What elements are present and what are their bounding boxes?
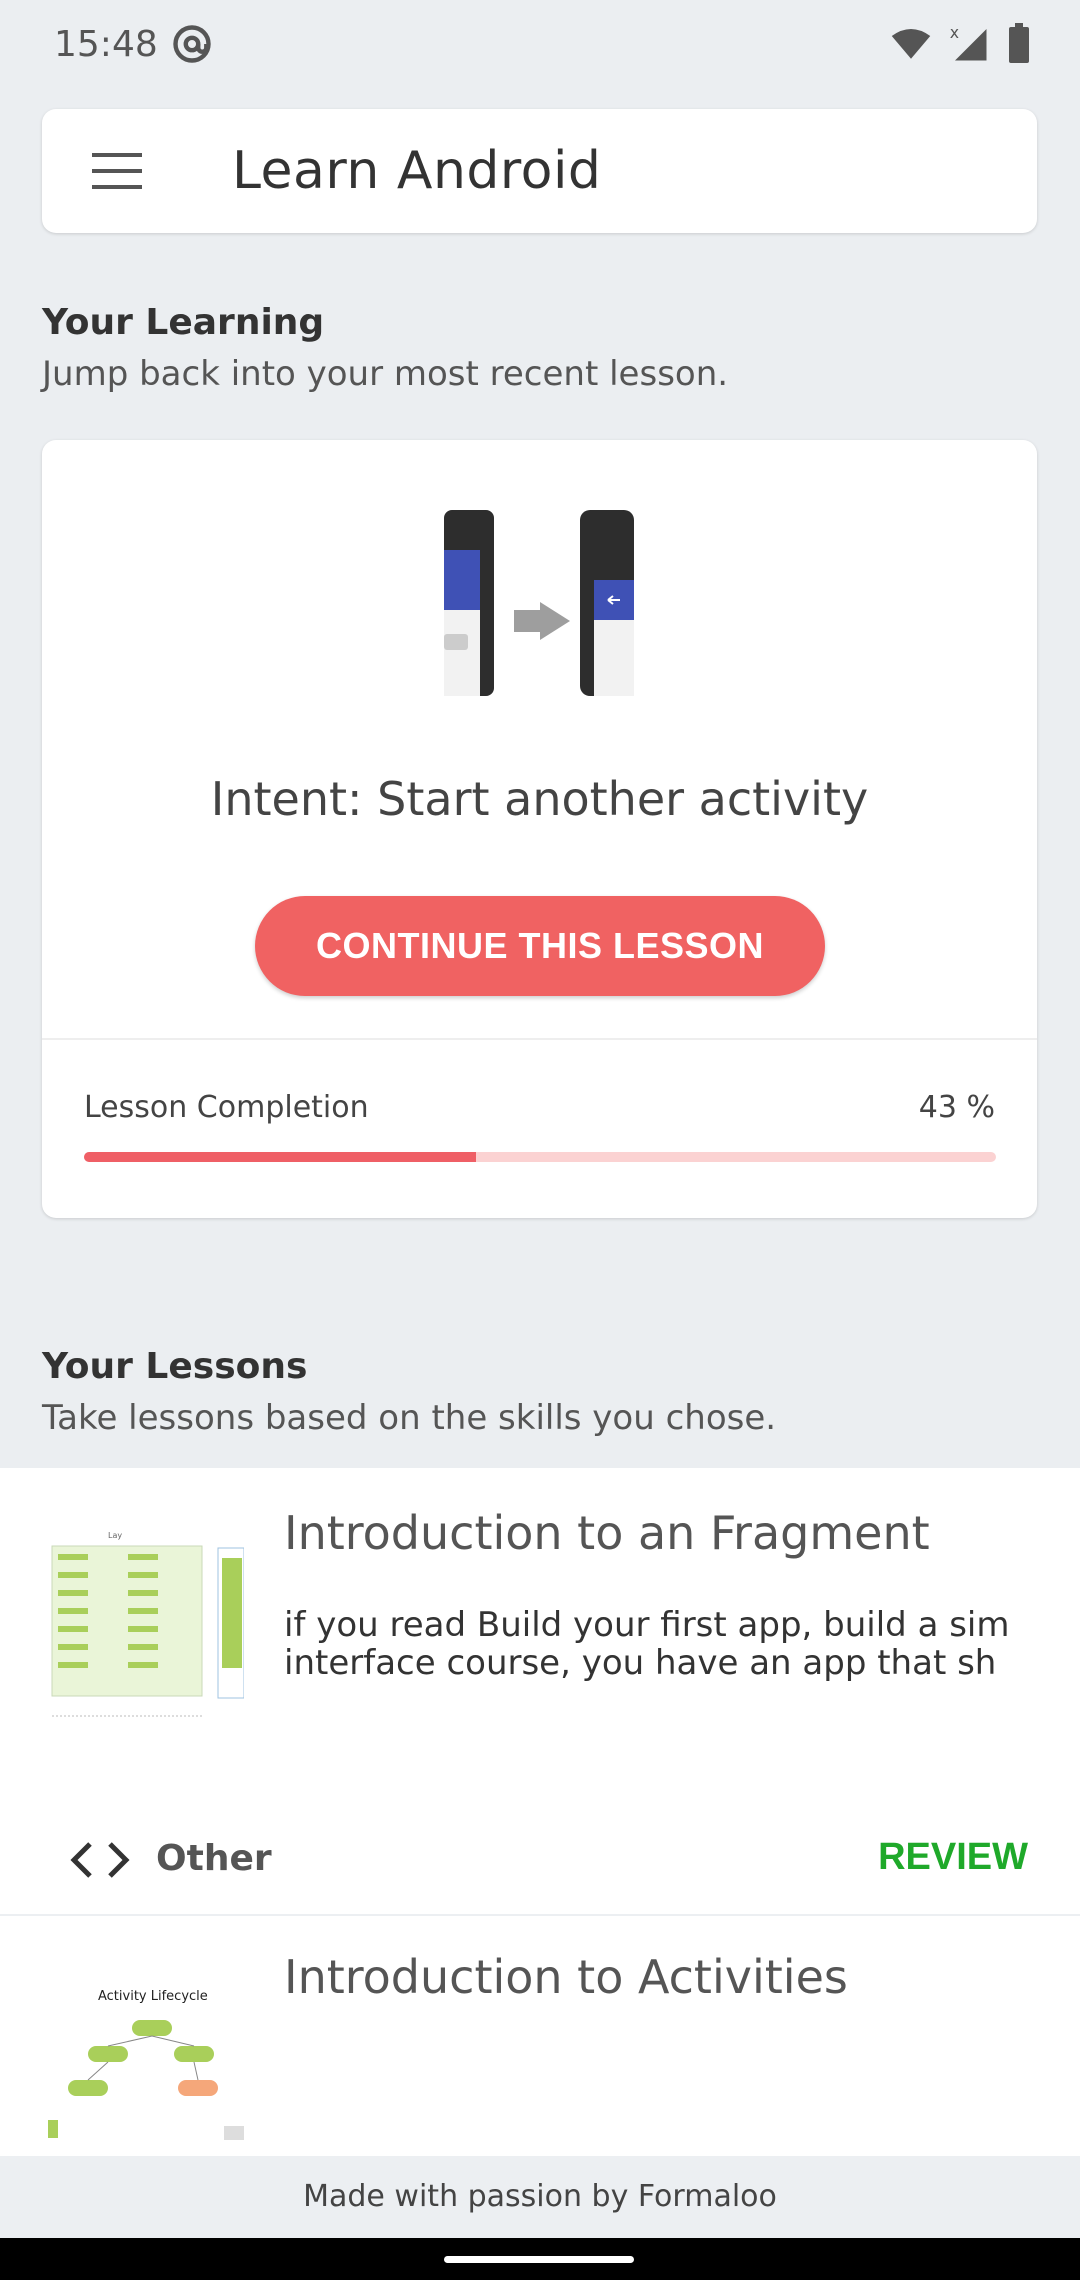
at-sign-icon [173,25,211,63]
lesson-description-line: if you read Build your first app, build … [284,1606,1010,1645]
lesson-item[interactable]: Activity Lifecycle Introduction to Activ… [0,1916,1080,2156]
completion-progress-fill [84,1152,477,1162]
card-divider [42,1038,1037,1040]
menu-icon[interactable] [92,151,142,191]
app-title: Learn Android [232,141,602,201]
svg-text:x: x [950,23,959,42]
review-button[interactable]: REVIEW [878,1836,1028,1879]
completion-progress-bar [84,1152,996,1162]
made-with-footer: Made with passion by Formaloo [0,2156,1080,2238]
your-lessons-title: Your Lessons [42,1346,308,1387]
lesson-title: Introduction to an Fragment [284,1506,930,1560]
completion-label: Lesson Completion [84,1090,369,1125]
lesson-footer: Other REVIEW [0,1814,1080,1914]
cellular-signal-icon: x [950,23,987,61]
continue-lesson-button[interactable]: CONTINUE THIS LESSON [255,896,825,996]
status-time: 15:48 [54,24,158,65]
lesson-title: Introduction to Activities [284,1950,848,2004]
your-learning-subtitle: Jump back into your most recent lesson. [42,354,729,394]
lesson-thumbnail: Lay [48,1528,244,1726]
code-icon [70,1842,130,1878]
completion-percent: 43 % [918,1090,995,1125]
your-lessons-subtitle: Take lessons based on the skills you cho… [42,1398,777,1438]
lesson-thumbnail: Activity Lifecycle [48,1970,244,2156]
lesson-description-line: interface course, you have an app that s… [284,1643,997,1682]
wifi-icon [891,29,931,59]
status-icons: x [890,22,1032,64]
app-bar: Learn Android [42,109,1037,233]
system-nav-bar [0,2238,1080,2280]
lesson-item[interactable]: Lay Introduction to an Fragment if you r… [0,1468,1080,1914]
home-gesture-handle[interactable] [444,2256,634,2263]
thumbnail-caption: Activity Lifecycle [98,1989,208,2004]
battery-icon [1009,23,1029,63]
your-learning-title: Your Learning [42,302,325,343]
status-bar: 15:48 x [0,0,1080,92]
recent-lesson-name: Intent: Start another activity [210,772,869,826]
recent-lesson-card: Intent: Start another activity CONTINUE … [42,440,1037,1218]
lesson-illustration [444,510,634,696]
svg-text:Lay: Lay [108,1531,122,1540]
lesson-category: Other [156,1838,272,1879]
lesson-description: if you read Build your first app, build … [284,1606,1028,1682]
